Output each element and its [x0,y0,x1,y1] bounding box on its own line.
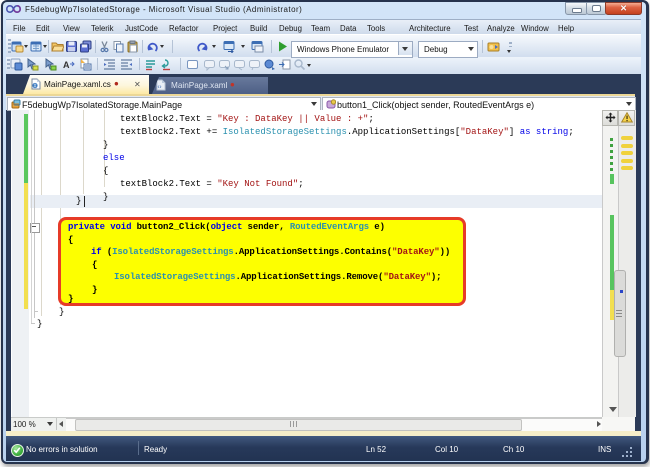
svg-text:‹›: ‹› [158,85,162,91]
svg-text:A: A [63,60,70,70]
svg-text:#: # [34,83,37,89]
